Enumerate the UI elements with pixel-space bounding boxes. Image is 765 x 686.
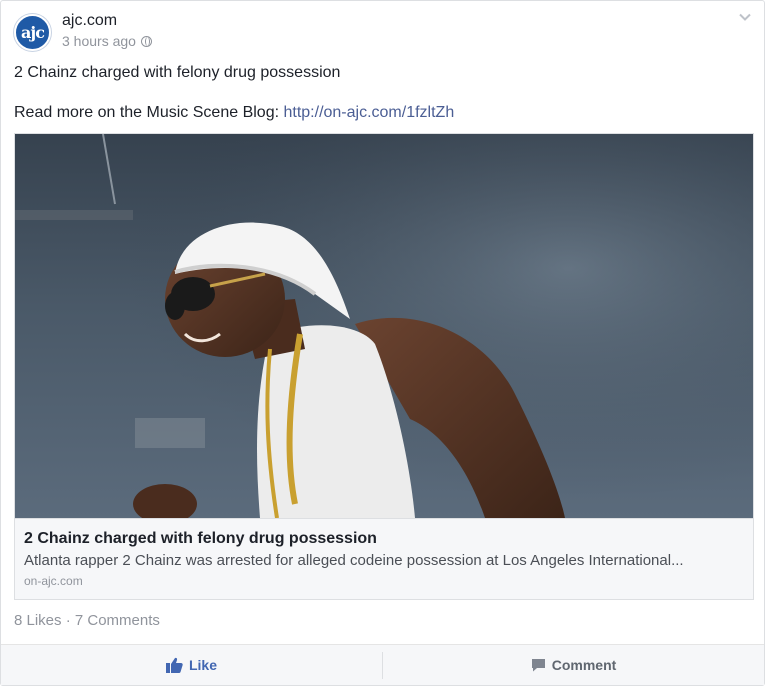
link-preview-description: Atlanta rapper 2 Chainz was arrested for… bbox=[24, 552, 684, 569]
comment-label: Comment bbox=[551, 657, 617, 673]
photo-illustration bbox=[15, 134, 753, 518]
post-meta: 3 hours ago bbox=[62, 33, 152, 49]
post-timestamp[interactable]: 3 hours ago bbox=[62, 33, 136, 49]
link-preview-info[interactable]: 2 Chainz charged with felony drug posses… bbox=[15, 518, 753, 599]
engagement-stats: 8 Likes · 7 Comments bbox=[14, 612, 160, 629]
likes-count[interactable]: 8 Likes bbox=[14, 612, 62, 629]
post-headline: 2 Chainz charged with felony drug posses… bbox=[14, 64, 341, 81]
read-more-link[interactable]: http://on-ajc.com/1fzltZh bbox=[283, 104, 454, 121]
link-preview-title[interactable]: 2 Chainz charged with felony drug posses… bbox=[24, 529, 744, 549]
post-text: 2 Chainz charged with felony drug posses… bbox=[14, 63, 754, 143]
chevron-down-icon[interactable] bbox=[739, 11, 751, 23]
speech-bubble-icon bbox=[531, 659, 545, 672]
read-more-prefix: Read more on the Music Scene Blog: bbox=[14, 104, 284, 121]
page-name-link[interactable]: ajc.com bbox=[62, 12, 117, 30]
page-avatar[interactable]: ajc bbox=[14, 14, 51, 51]
comment-button[interactable]: Comment bbox=[383, 645, 764, 685]
link-preview-card[interactable]: 2 Chainz charged with felony drug posses… bbox=[14, 133, 754, 600]
action-bar: Like Comment bbox=[1, 644, 764, 685]
feed-post: ajc ajc.com 3 hours ago 2 Chainz charged… bbox=[0, 0, 765, 686]
post-read-more: Read more on the Music Scene Blog: http:… bbox=[14, 103, 754, 123]
stats-separator: · bbox=[65, 612, 71, 629]
like-label: Like bbox=[188, 657, 217, 673]
link-preview-image[interactable] bbox=[15, 134, 753, 518]
link-preview-domain: on-ajc.com bbox=[24, 574, 83, 588]
comments-count[interactable]: 7 Comments bbox=[75, 612, 160, 629]
like-button[interactable]: Like bbox=[1, 645, 382, 685]
globe-icon bbox=[140, 35, 152, 47]
avatar-logo-text: ajc bbox=[21, 23, 45, 42]
thumbs-up-icon bbox=[165, 657, 183, 673]
